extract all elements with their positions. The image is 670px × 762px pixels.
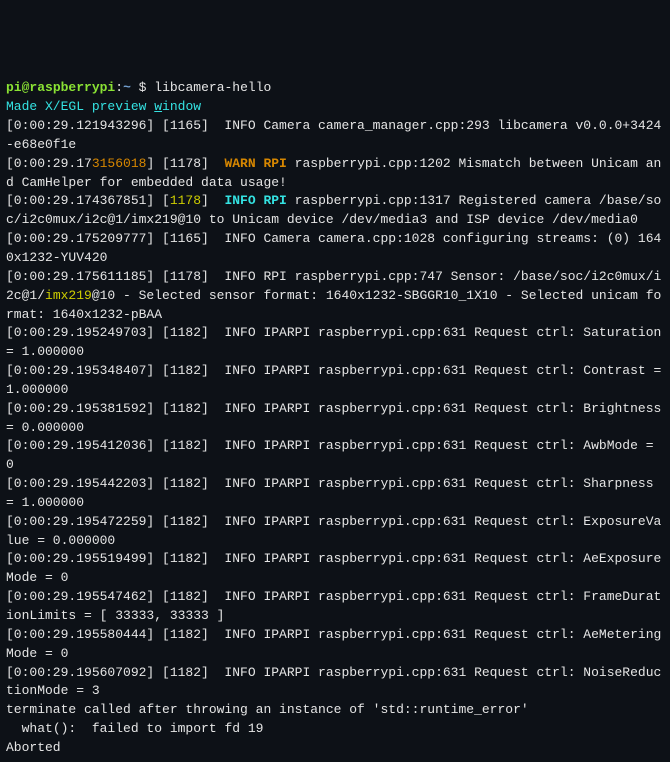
error-line: terminate called after throwing an insta…: [6, 702, 529, 717]
log-line: [0:00:29.195348407] [1182] INFO IPARPI r…: [6, 363, 669, 397]
log-line-timestamp: 3156018: [92, 156, 147, 171]
log-line: ]: [201, 193, 224, 208]
log-line: [0:00:29.195381592] [1182] INFO IPARPI r…: [6, 401, 669, 435]
prompt-dollar: $: [131, 80, 154, 95]
log-line-pid: 1178: [170, 193, 201, 208]
log-line: Made X/EGL preview: [6, 99, 154, 114]
error-line: what(): failed to import fd 19: [6, 721, 263, 736]
log-line: [0:00:29.195607092] [1182] INFO IPARPI r…: [6, 665, 661, 699]
log-line: [0:00:29.174367851] [: [6, 193, 170, 208]
log-line: [0:00:29.195249703] [1182] INFO IPARPI r…: [6, 325, 669, 359]
log-level-warn: WARN RPI: [224, 156, 286, 171]
log-line: [0:00:29.195442203] [1182] INFO IPARPI r…: [6, 476, 661, 510]
log-line: [0:00:29.175209777] [1165] INFO Camera c…: [6, 231, 661, 265]
log-line: [0:00:29.121943296] [1165] INFO Camera c…: [6, 118, 661, 152]
log-line: [0:00:29.195519499] [1182] INFO IPARPI r…: [6, 551, 661, 585]
log-line: indow: [162, 99, 201, 114]
log-line: [0:00:29.195472259] [1182] INFO IPARPI r…: [6, 514, 661, 548]
prompt-colon: :: [115, 80, 123, 95]
log-line: [0:00:29.17: [6, 156, 92, 171]
log-line-underline: w: [154, 99, 162, 114]
terminal-output[interactable]: pi@raspberrypi:~ $ libcamera-hello Made …: [6, 79, 664, 667]
prompt-user: pi: [6, 80, 22, 95]
prompt-host: raspberrypi: [29, 80, 115, 95]
log-line: ] [1178]: [146, 156, 224, 171]
log-line-sensor: imx219: [45, 288, 92, 303]
log-line: @10 - Selected sensor format: 1640x1232-…: [6, 288, 661, 322]
log-line: [0:00:29.195547462] [1182] INFO IPARPI r…: [6, 589, 661, 623]
error-line: Aborted: [6, 740, 61, 755]
log-line: [0:00:29.195412036] [1182] INFO IPARPI r…: [6, 438, 661, 472]
prompt-path: ~: [123, 80, 131, 95]
log-level-info: INFO RPI: [224, 193, 286, 208]
command-input: libcamera-hello: [154, 80, 271, 95]
log-line: [0:00:29.195580444] [1182] INFO IPARPI r…: [6, 627, 661, 661]
